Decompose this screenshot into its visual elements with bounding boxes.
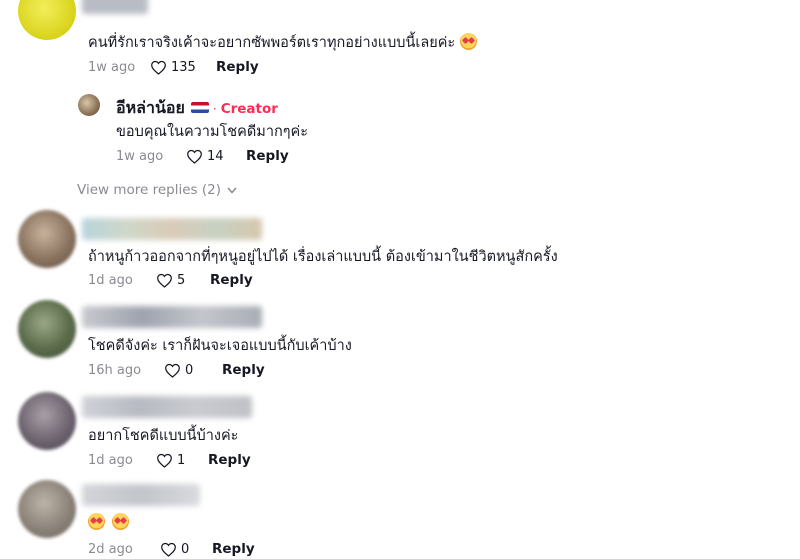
username-blurred[interactable] [82, 484, 200, 506]
comment-text: โชคดีจังค่ะ เราก็ฝันจะเจอแบบนี้กับเค้าบ้… [88, 338, 352, 354]
username-blurred[interactable] [82, 306, 262, 328]
creator-badge: Creator [220, 101, 278, 117]
creator-username[interactable]: อีหล่าน้อย [116, 98, 185, 117]
avatar[interactable] [18, 210, 76, 268]
username-blurred[interactable] [82, 0, 148, 14]
comment-meta: 1d ago 5 Reply [88, 270, 253, 290]
reply-button[interactable]: Reply [222, 362, 265, 378]
comment-text [88, 513, 129, 531]
heart-outline-icon [187, 149, 202, 164]
comments-panel: คนที่รักเราจริงเค้าจะอยากซัพพอร์ตเราทุกอ… [0, 0, 800, 559]
like-count: 0 [181, 541, 190, 557]
comment-text: คนที่รักเราจริงเค้าจะอยากซัพพอร์ตเราทุกอ… [88, 31, 477, 54]
view-more-replies-button[interactable]: View more replies (2) [77, 182, 237, 198]
like-count: 5 [177, 272, 186, 288]
comment-meta: 1d ago 1 Reply [88, 450, 251, 470]
reply-button[interactable]: Reply [208, 452, 251, 468]
heart-outline-icon [157, 453, 172, 468]
comment-meta: 1w ago 135 Reply [88, 57, 259, 77]
separator-dot: · [212, 102, 217, 116]
username-blurred[interactable] [82, 396, 252, 418]
comment-time: 2d ago [88, 541, 133, 557]
like-button[interactable]: 0 [164, 363, 222, 378]
comment-meta: 16h ago 0 Reply [88, 360, 265, 380]
like-button[interactable]: 14 [186, 149, 246, 164]
heart-outline-icon [151, 60, 166, 75]
like-button[interactable]: 1 [156, 453, 208, 468]
comment-text: อยากโชคดีแบบนี้บ้างค่ะ [88, 428, 239, 444]
comment-time: 1w ago [116, 148, 164, 164]
heart-eyes-emoji-icon [111, 513, 129, 530]
view-more-label: View more replies (2) [77, 182, 221, 198]
username-blurred[interactable] [82, 218, 262, 240]
comment-time: 1d ago [88, 452, 133, 468]
avatar[interactable] [18, 300, 76, 358]
like-count: 0 [185, 362, 194, 378]
heart-outline-icon [161, 542, 176, 557]
comment-time: 1w ago [88, 59, 136, 75]
like-button[interactable]: 135 [150, 60, 210, 75]
like-button[interactable]: 0 [160, 542, 212, 557]
avatar[interactable] [18, 480, 76, 538]
heart-outline-icon [165, 363, 180, 378]
reply-button[interactable]: Reply [216, 59, 259, 75]
like-button[interactable]: 5 [156, 273, 210, 288]
comment-time: 16h ago [88, 362, 142, 378]
creator-reply-text: ขอบคุณในความโชคดีมากๆค่ะ [116, 124, 309, 140]
like-count: 14 [207, 148, 224, 164]
creator-header: อีหล่าน้อย · Creator [116, 96, 278, 121]
like-count: 135 [171, 59, 196, 75]
creator-avatar[interactable] [78, 94, 100, 116]
heart-outline-icon [157, 273, 172, 288]
reply-button[interactable]: Reply [212, 541, 255, 557]
comment-text: ถ้าหนูก้าวออกจากที่ๆหนูอยู่ไปได้ เรื่องเ… [88, 249, 558, 265]
comment-text-content: คนที่รักเราจริงเค้าจะอยากซัพพอร์ตเราทุกอ… [88, 35, 456, 51]
like-count: 1 [177, 452, 186, 468]
heart-eyes-emoji-icon [459, 33, 477, 50]
comment-time: 1d ago [88, 272, 133, 288]
avatar[interactable] [18, 392, 76, 450]
comment-meta: 2d ago 0 Reply [88, 539, 255, 559]
flag-icon [190, 102, 209, 113]
chevron-down-icon [227, 187, 237, 194]
reply-button[interactable]: Reply [210, 272, 253, 288]
avatar[interactable] [18, 0, 76, 40]
reply-button[interactable]: Reply [246, 148, 289, 164]
heart-eyes-emoji-icon [88, 513, 105, 530]
creator-reply-meta: 1w ago 14 Reply [116, 146, 289, 166]
